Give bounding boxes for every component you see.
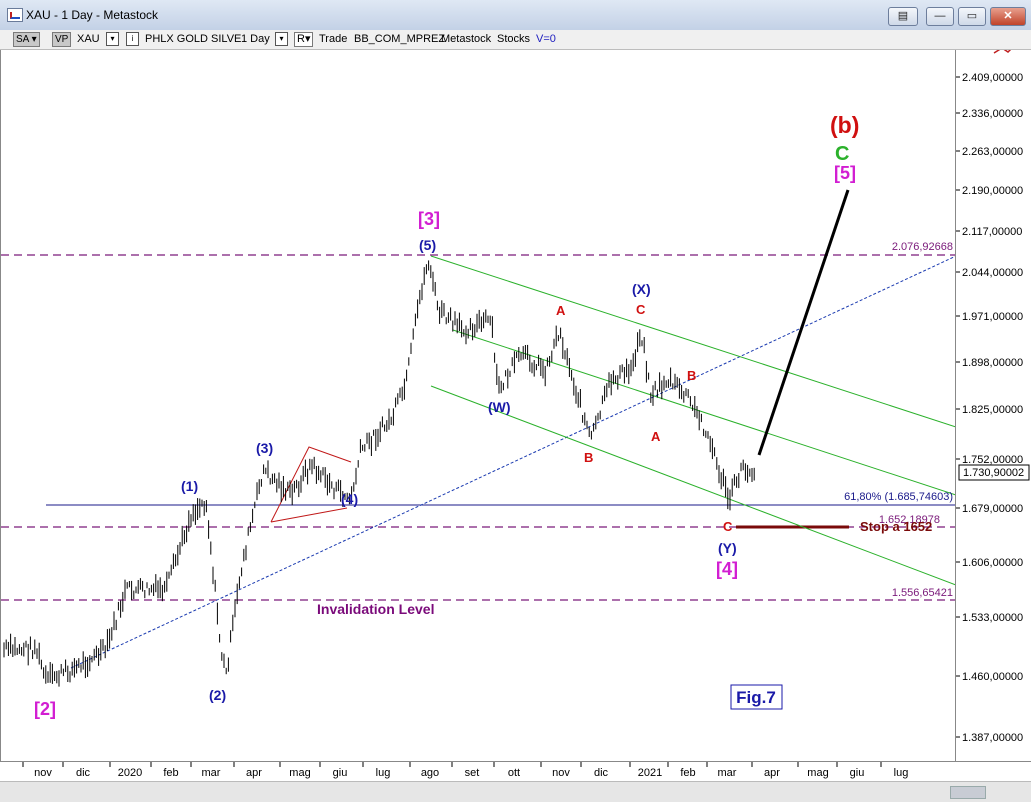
period-dropdown[interactable]: ▾	[275, 32, 288, 46]
x-tick-label: dic	[76, 767, 91, 779]
maximize-button[interactable]: ▭	[958, 7, 986, 26]
invalidation-label: Invalidation Level	[317, 601, 434, 617]
type-label: Stocks	[497, 33, 531, 45]
y-tick-label: 1.533,00000	[962, 612, 1023, 624]
time-axis-canvas: nov dic 2020 feb mar apr mag giu lug ago set ott nov…	[22, 762, 909, 779]
symbol-dropdown[interactable]: ▾	[106, 32, 119, 46]
volume-label: V=0	[536, 33, 556, 45]
wave-2-major: [2]	[34, 699, 56, 719]
y-tick-label: 2.336,00000	[962, 108, 1023, 120]
wave-b2-label: B	[687, 368, 696, 383]
y-tick-label: 1.679,00000	[962, 503, 1023, 515]
x-tick-label: lug	[894, 767, 909, 779]
stop-label: Stop a 1652	[860, 519, 932, 534]
vp-button[interactable]: VP	[52, 32, 72, 47]
mode-label: Trade	[319, 33, 348, 45]
x-tick-label: nov	[34, 767, 52, 779]
y-tick-label: 1.752,00000	[962, 454, 1023, 466]
wave-x-label: (X)	[632, 281, 651, 297]
wave-b-label: (b)	[830, 112, 859, 138]
level-low-label: 1.556,65421	[892, 587, 953, 599]
wave-5-minor: (5)	[419, 237, 436, 253]
x-tick-label: mar	[718, 767, 737, 779]
projection-line	[757, 189, 850, 456]
symbol-name: PHLX GOLD SILVE	[145, 33, 242, 45]
fib-label: 61,80% (1.685,74603)	[844, 491, 953, 503]
y-tick-label: 1.606,00000	[962, 557, 1023, 569]
x-tick-label: 2020	[118, 767, 142, 779]
channel-middle	[452, 329, 956, 496]
y-tick-label: 1.387,00000	[962, 732, 1023, 744]
triangle-lower	[270, 507, 348, 523]
x-tick-label: feb	[680, 767, 695, 779]
wave-b1-label: B	[584, 450, 593, 465]
y-tick-label: 1.825,00000	[962, 404, 1023, 416]
scrollbar-thumb[interactable]	[950, 786, 986, 799]
x-tick-label: mag	[289, 767, 310, 779]
source-label: Metastock	[441, 33, 492, 45]
y-tick-label: 2.409,00000	[962, 72, 1023, 84]
close-chart-icon[interactable]	[993, 50, 1016, 54]
wave-y-label: (Y)	[718, 540, 737, 556]
price-axis[interactable]: 2.409,00000 2.336,00000 2.263,00000 2.190,0…	[955, 50, 1031, 761]
x-tick-label: ott	[508, 767, 520, 779]
period-label: 1 Day	[241, 33, 270, 45]
wave-4-major: [4]	[716, 559, 738, 579]
minimize-button[interactable]: —	[926, 7, 954, 26]
x-tick-label: giu	[850, 767, 865, 779]
y-tick-label: 2.190,00000	[962, 185, 1023, 197]
x-tick-label: lug	[376, 767, 391, 779]
chart-canvas: 2.076,92668 61,80% (1.685,74603) 1.652,1…	[1, 112, 956, 719]
x-tick-label: mar	[202, 767, 221, 779]
wave-3-minor: (3)	[256, 440, 273, 456]
wave-4-minor: (4)	[341, 491, 358, 507]
close-button[interactable]: ✕	[990, 7, 1026, 26]
wave-2-minor: (2)	[209, 687, 226, 703]
x-tick-label: nov	[552, 767, 570, 779]
y-tick-label: 2.117,00000	[962, 226, 1022, 238]
title-bar: XAU - 1 Day - Metastock ▤ — ▭ ✕	[0, 0, 1031, 31]
wave-c1-label: C	[636, 302, 646, 317]
x-tick-label: giu	[333, 767, 348, 779]
r-button[interactable]: R▾	[294, 32, 314, 47]
wave-5-major: [5]	[834, 163, 856, 183]
indicator-label: BB_COM_MPREZ	[354, 33, 446, 45]
wave-w-label: (W)	[488, 399, 511, 415]
chart-app-icon	[7, 8, 23, 22]
symbol-info-button[interactable]: i	[126, 32, 139, 46]
last-price-label: 1.730,90002	[963, 467, 1024, 479]
level-top-label: 2.076,92668	[892, 241, 953, 253]
price-axis-canvas: 2.409,00000 2.336,00000 2.263,00000 2.190,0…	[956, 50, 1030, 744]
wave-a2-label: A	[651, 429, 661, 444]
x-tick-label: apr	[246, 767, 262, 779]
wave-1-minor: (1)	[181, 478, 198, 494]
wave-3-major: [3]	[418, 209, 440, 229]
horizontal-scrollbar[interactable]	[0, 781, 1031, 802]
x-tick-label: dic	[594, 767, 609, 779]
wave-a1-label: A	[556, 303, 566, 318]
sa-button[interactable]: SA ▾	[13, 32, 40, 47]
y-tick-label: 2.044,00000	[962, 267, 1023, 279]
wave-c-green-label: C	[835, 143, 849, 165]
x-tick-label: set	[465, 767, 480, 779]
y-tick-label: 1.898,00000	[962, 357, 1023, 369]
symbol-label: XAU	[77, 33, 100, 45]
window-title: XAU - 1 Day - Metastock	[26, 8, 159, 22]
y-tick-label: 1.971,00000	[962, 311, 1023, 323]
y-tick-label: 1.460,00000	[962, 671, 1023, 683]
x-tick-label: mag	[807, 767, 828, 779]
x-tick-label: 2021	[638, 767, 662, 779]
chart-toolbar: SA ▾ VP XAU ▾ i PHLX GOLD SILVE 1 Day ▾ …	[0, 30, 1031, 50]
trend-line	[70, 255, 956, 669]
y-tick-label: 2.263,00000	[962, 146, 1023, 158]
price-chart[interactable]: 2.076,92668 61,80% (1.685,74603) 1.652,1…	[0, 50, 956, 761]
x-tick-label: ago	[421, 767, 439, 779]
fig-label: Fig.7	[736, 688, 776, 707]
x-tick-label: apr	[764, 767, 780, 779]
time-axis[interactable]: nov dic 2020 feb mar apr mag giu lug ago set ott nov…	[0, 761, 1031, 782]
wave-c2-label: C	[723, 519, 733, 534]
channel-lower	[430, 385, 956, 586]
x-tick-label: feb	[163, 767, 178, 779]
restore-chart-icon[interactable]: ▤	[888, 7, 918, 26]
